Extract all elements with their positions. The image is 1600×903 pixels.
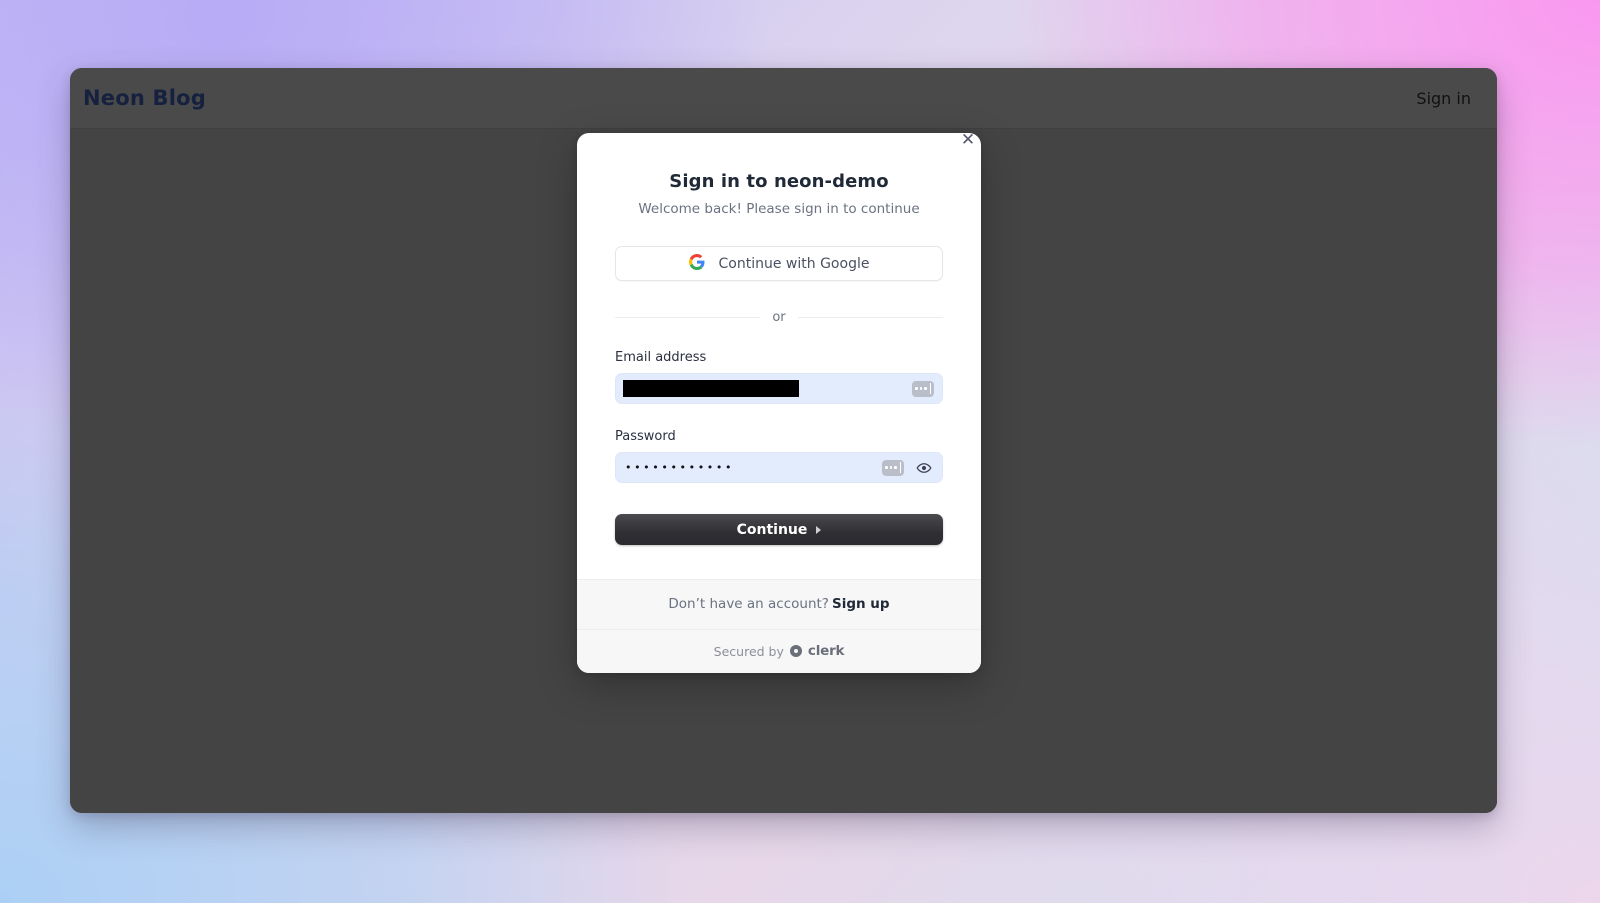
- nav-sign-in-link[interactable]: Sign in: [1416, 89, 1471, 108]
- password-field-label: Password: [615, 429, 676, 444]
- close-icon[interactable]: ✕: [955, 133, 981, 153]
- password-input[interactable]: ••••••••••••: [615, 452, 943, 483]
- secured-by-row: Secured by clerk: [577, 629, 981, 673]
- email-input[interactable]: [615, 373, 943, 404]
- eye-icon[interactable]: [915, 459, 933, 477]
- divider-label: or: [772, 310, 786, 325]
- secured-by-text: Secured by: [713, 643, 784, 659]
- password-manager-icon[interactable]: [882, 459, 904, 476]
- email-field-group: Email address: [615, 350, 943, 404]
- password-masked-value: ••••••••••••: [625, 461, 735, 474]
- password-field-group: Password ••••••••••••: [615, 429, 943, 483]
- clerk-logo-icon: [789, 645, 802, 657]
- divider-line-left: [615, 317, 761, 318]
- app-header: Neon Blog Sign in: [70, 68, 1497, 129]
- signup-prompt-text: Don’t have an account?: [668, 596, 829, 612]
- password-manager-icon[interactable]: [912, 380, 934, 397]
- continue-submit-button[interactable]: Continue: [615, 514, 943, 545]
- google-button-label: Continue with Google: [718, 255, 870, 272]
- modal-title: Sign in to neon-demo: [669, 171, 889, 192]
- sign-up-link[interactable]: Sign up: [832, 596, 890, 612]
- caret-right-icon: [816, 525, 822, 534]
- email-redaction-bar: [623, 380, 799, 397]
- desktop-background: Neon Blog Sign in ✕ Sign in to neon-demo…: [0, 0, 1600, 903]
- email-field-label: Email address: [615, 350, 707, 365]
- signup-prompt-row: Don’t have an account? Sign up: [577, 579, 981, 629]
- sign-in-modal: ✕ Sign in to neon-demo Welcome back! Ple…: [577, 133, 981, 673]
- or-divider: or: [615, 310, 943, 325]
- continue-with-google-button[interactable]: Continue with Google: [615, 246, 943, 281]
- google-g-icon: [688, 254, 705, 273]
- clerk-wordmark: clerk: [807, 643, 845, 659]
- continue-button-label: Continue: [736, 521, 808, 538]
- app-brand-title: Neon Blog: [83, 86, 206, 110]
- modal-subtitle: Welcome back! Please sign in to continue: [638, 201, 920, 217]
- modal-main-section: ✕ Sign in to neon-demo Welcome back! Ple…: [577, 133, 981, 579]
- divider-line-right: [797, 317, 943, 318]
